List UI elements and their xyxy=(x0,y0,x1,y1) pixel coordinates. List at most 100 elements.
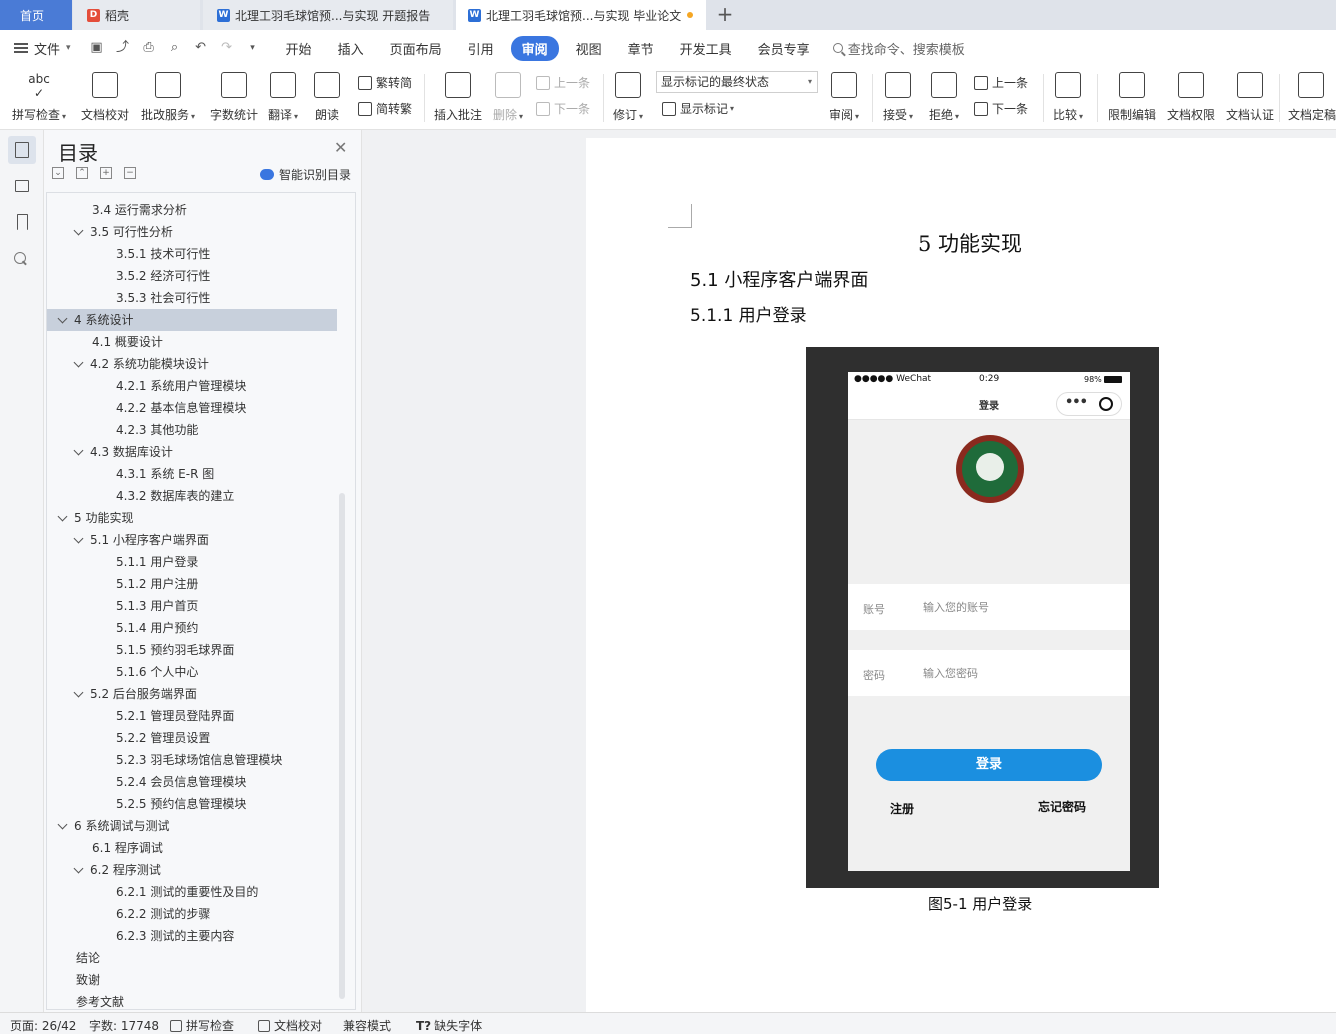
tab-daoke[interactable]: D 稻壳 xyxy=(73,0,200,30)
toc-item[interactable]: 5.2.1 管理员登陆界面 xyxy=(47,705,337,727)
chevron-down-icon[interactable] xyxy=(73,357,84,368)
toc-item[interactable]: 6.1 程序调试 xyxy=(47,837,337,859)
chevron-down-icon[interactable] xyxy=(73,225,84,236)
chevron-down-icon[interactable] xyxy=(57,819,68,830)
undo-icon[interactable]: ↶ xyxy=(193,40,209,56)
prev-comment-button[interactable]: 上一条 xyxy=(536,74,590,91)
toc-item[interactable]: 5.2.3 羽毛球场馆信息管理模块 xyxy=(47,749,337,771)
translate-button[interactable]: 翻译 ▾ xyxy=(268,70,298,126)
close-icon[interactable]: ✕ xyxy=(334,138,347,157)
status-spell-check[interactable]: 拼写检查 xyxy=(170,1017,234,1034)
status-proofread[interactable]: 文档校对 xyxy=(258,1017,322,1034)
toc-item[interactable]: 6.2 程序测试 xyxy=(47,859,337,881)
menu-tab-member[interactable]: 会员专享 xyxy=(749,35,819,62)
reject-button[interactable]: 拒绝 ▾ xyxy=(929,70,959,126)
toc-scrollbar[interactable] xyxy=(339,493,345,999)
toc-item[interactable]: 5.2.4 会员信息管理模块 xyxy=(47,771,337,793)
insert-comment-button[interactable]: 插入批注 xyxy=(434,70,482,126)
toc-item[interactable]: 5.1.2 用户注册 xyxy=(47,573,337,595)
chevron-down-icon[interactable] xyxy=(73,445,84,456)
toc-item[interactable]: 5 功能实现 xyxy=(47,507,337,529)
chevron-down-icon[interactable] xyxy=(73,687,84,698)
toc-item[interactable]: 5.1.1 用户登录 xyxy=(47,551,337,573)
prev-change-button[interactable]: 上一条 xyxy=(974,74,1028,91)
collapse-all-icon[interactable]: ⌄ xyxy=(52,167,64,179)
bookmark-icon[interactable] xyxy=(8,208,36,236)
remove-heading-icon[interactable]: − xyxy=(124,167,136,179)
read-aloud-button[interactable]: 朗读 xyxy=(314,70,340,126)
next-comment-button[interactable]: 下一条 xyxy=(536,100,590,117)
toc-item[interactable]: 6 系统调试与测试 xyxy=(47,815,337,837)
file-menu[interactable]: 文件 ▾ xyxy=(14,39,71,58)
new-tab-plus-icon[interactable]: + xyxy=(714,4,736,26)
menu-tab-sections[interactable]: 章节 xyxy=(619,35,663,62)
tab-document-thesis[interactable]: W 北理工羽毛球馆预...与实现 毕业论文 xyxy=(456,0,706,30)
document-page[interactable]: 5 功能实现 5.1 小程序客户端界面 5.1.1 用户登录 ●●●●● WeC… xyxy=(586,138,1336,1012)
menu-tab-developer[interactable]: 开发工具 xyxy=(671,35,741,62)
quick-access-more-icon[interactable]: ▾ xyxy=(245,40,261,56)
compare-button[interactable]: 比较 ▾ xyxy=(1053,70,1083,126)
toc-item[interactable]: 5.2.5 预约信息管理模块 xyxy=(47,793,337,815)
doc-permission-button[interactable]: 文档权限 xyxy=(1167,70,1215,126)
toc-item[interactable]: 5.1.6 个人中心 xyxy=(47,661,337,683)
toc-item[interactable]: 4.3.2 数据库表的建立 xyxy=(47,485,337,507)
markup-state-select[interactable]: 显示标记的最终状态 ▾ xyxy=(656,71,818,93)
toc-item[interactable]: 5.1.4 用户预约 xyxy=(47,617,337,639)
command-search[interactable]: 查找命令、搜索模板 xyxy=(832,39,965,58)
toc-item[interactable]: 6.2.2 测试的步骤 xyxy=(47,903,337,925)
toc-item[interactable]: 5.2.2 管理员设置 xyxy=(47,727,337,749)
toc-item[interactable]: 参考文献 xyxy=(47,991,337,1009)
show-markup-button[interactable]: 显示标记 ▾ xyxy=(662,100,734,117)
toc-item[interactable]: 4.2.2 基本信息管理模块 xyxy=(47,397,337,419)
review-pane-button[interactable]: 审阅 ▾ xyxy=(829,70,859,126)
toc-item[interactable]: 3.4 运行需求分析 xyxy=(47,199,337,221)
toc-item[interactable]: 4.3.1 系统 E-R 图 xyxy=(47,463,337,485)
menu-tab-start[interactable]: 开始 xyxy=(277,35,321,62)
doc-certify-button[interactable]: 文档认证 xyxy=(1226,70,1274,126)
doc-proofread-button[interactable]: 文档校对 xyxy=(81,70,129,126)
doc-finalize-button[interactable]: 文档定稿 xyxy=(1288,70,1336,126)
menu-tab-view[interactable]: 视图 xyxy=(567,35,611,62)
menu-tab-insert[interactable]: 插入 xyxy=(329,35,373,62)
page-indicator[interactable]: 页面: 26/42 xyxy=(10,1017,76,1034)
tab-document-proposal[interactable]: W 北理工羽毛球馆预...与实现 开题报告 xyxy=(203,0,453,30)
toc-item[interactable]: 4.2 系统功能模块设计 xyxy=(47,353,337,375)
toc-item[interactable]: 3.5 可行性分析 xyxy=(47,221,337,243)
spell-check-button[interactable]: abc ✓ 拼写检查 ▾ xyxy=(12,70,66,126)
menu-tab-review[interactable]: 审阅 xyxy=(510,35,559,61)
toc-item[interactable]: 3.5.2 经济可行性 xyxy=(47,265,337,287)
next-change-button[interactable]: 下一条 xyxy=(974,100,1028,117)
chevron-down-icon[interactable] xyxy=(57,511,68,522)
toc-item[interactable]: 4.1 概要设计 xyxy=(47,331,337,353)
section-pane-icon[interactable] xyxy=(8,172,36,200)
redo-icon[interactable]: ↷ xyxy=(219,40,235,56)
menu-tab-layout[interactable]: 页面布局 xyxy=(381,35,451,62)
smart-toc-button[interactable]: 智能识别目录 xyxy=(260,166,351,183)
tab-home[interactable]: 首页 xyxy=(0,0,72,30)
print-preview-icon[interactable]: ⌕ xyxy=(167,40,183,56)
toc-item[interactable]: 4.2.3 其他功能 xyxy=(47,419,337,441)
toc-item[interactable]: 3.5.3 社会可行性 xyxy=(47,287,337,309)
track-changes-button[interactable]: 修订 ▾ xyxy=(613,70,643,126)
save-icon[interactable]: ▣ xyxy=(89,40,105,56)
print-icon[interactable]: ⎙ xyxy=(141,40,157,56)
search-icon[interactable] xyxy=(8,244,36,272)
trad-to-simp-button[interactable]: 繁转简 xyxy=(358,74,412,91)
toc-item[interactable]: 4 系统设计 xyxy=(47,309,337,331)
chevron-down-icon[interactable] xyxy=(57,313,68,324)
toc-item[interactable]: 5.1.3 用户首页 xyxy=(47,595,337,617)
toc-item[interactable]: 结论 xyxy=(47,947,337,969)
toc-item[interactable]: 6.2.3 测试的主要内容 xyxy=(47,925,337,947)
toc-item[interactable]: 5.2 后台服务端界面 xyxy=(47,683,337,705)
delete-comment-button[interactable]: 删除 ▾ xyxy=(493,70,523,126)
toc-item[interactable]: 4.2.1 系统用户管理模块 xyxy=(47,375,337,397)
chevron-down-icon[interactable] xyxy=(73,533,84,544)
simp-to-trad-button[interactable]: 简转繁 xyxy=(358,100,412,117)
restrict-editing-button[interactable]: 限制编辑 xyxy=(1108,70,1156,126)
toc-item[interactable]: 致谢 xyxy=(47,969,337,991)
toc-item[interactable]: 5.1.5 预约羽毛球界面 xyxy=(47,639,337,661)
expand-up-icon[interactable]: ⌃ xyxy=(76,167,88,179)
chevron-down-icon[interactable] xyxy=(73,863,84,874)
word-count-button[interactable]: 字数统计 xyxy=(210,70,258,126)
accept-button[interactable]: 接受 ▾ xyxy=(883,70,913,126)
